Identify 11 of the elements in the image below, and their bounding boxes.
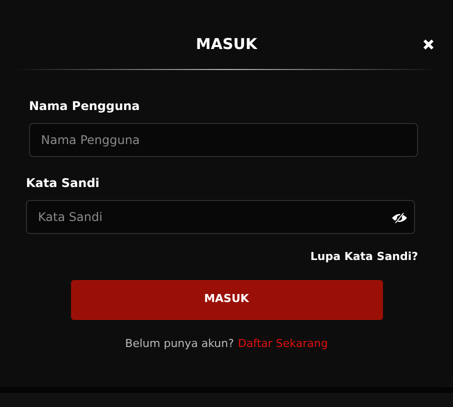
register-link[interactable]: Daftar Sekarang xyxy=(238,336,328,352)
eye-slash-icon[interactable] xyxy=(391,212,408,224)
register-prompt: Belum punya akun? xyxy=(125,336,234,352)
field-label: Nama Pengguna xyxy=(29,98,141,114)
dialog-title: MASUK xyxy=(196,34,258,56)
close-icon[interactable] xyxy=(423,39,434,50)
login-button[interactable]: MASUK xyxy=(70,280,382,320)
field-label: Kata Sandi xyxy=(26,175,100,191)
password-field[interactable]: Kata Sandi xyxy=(26,200,415,234)
forgot-password-link[interactable]: Lupa Kata Sandi? xyxy=(310,249,418,266)
username-field[interactable]: Nama Pengguna xyxy=(29,123,418,157)
